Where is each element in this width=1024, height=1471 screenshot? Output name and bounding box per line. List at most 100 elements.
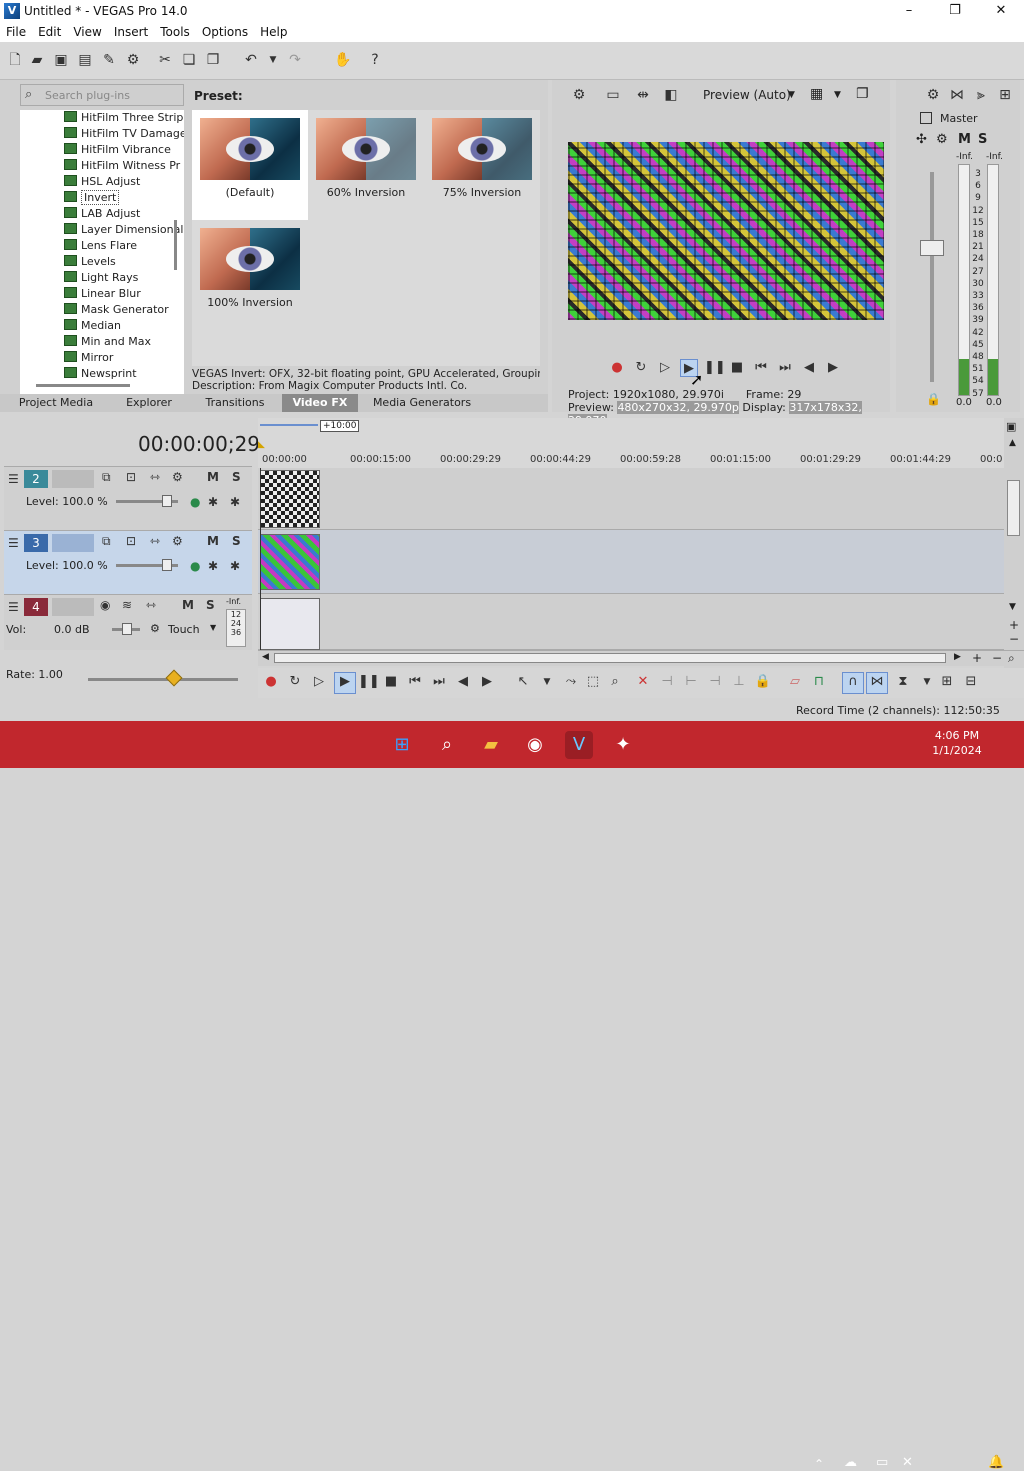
plugin-item[interactable]: Mask Generator <box>64 303 169 319</box>
plugin-item[interactable]: Median <box>64 319 121 335</box>
copy-snapshot-icon[interactable]: ❐ <box>856 86 869 102</box>
solo-button[interactable]: S <box>232 470 241 484</box>
play-from-start-icon[interactable]: ▷ <box>656 359 674 377</box>
video-clip-inverted[interactable] <box>260 534 320 590</box>
master-settings-gear-icon[interactable]: ⚙ <box>924 86 942 104</box>
menu-tools[interactable]: Tools <box>154 22 196 39</box>
properties-gear-icon[interactable]: ⚙ <box>124 51 142 69</box>
external-monitor-icon[interactable]: ▭ <box>604 86 622 104</box>
chevron-down-icon[interactable]: ▼ <box>918 673 936 691</box>
go-to-start-icon[interactable]: ⏮ <box>752 359 770 377</box>
undo-dropdown-icon[interactable]: ▼ <box>264 51 282 69</box>
track-motion-icon[interactable]: ⊡ <box>126 534 136 548</box>
auto-crossfade-icon[interactable]: ⋈ <box>866 672 888 694</box>
stop-icon[interactable]: ■ <box>382 673 400 691</box>
collapse-icon[interactable]: ☰ <box>8 600 19 614</box>
track-name-field[interactable] <box>52 598 94 616</box>
render-icon[interactable]: ✎ <box>100 51 118 69</box>
network-off-icon[interactable]: ☁ <box>844 1455 857 1470</box>
lane-audio-4[interactable] <box>258 594 1004 650</box>
menu-insert[interactable]: Insert <box>108 22 154 39</box>
downmix-icon[interactable]: ⋈ <box>948 86 966 104</box>
parent-motion-icon[interactable]: ⇿ <box>150 470 160 484</box>
split-screen-icon[interactable]: ⇹ <box>634 86 652 104</box>
zoom-tool-icon[interactable]: ⌕ <box>606 673 624 691</box>
marker-toggle-icon[interactable]: ▣ <box>1006 420 1016 433</box>
display-icon[interactable]: ▭ <box>876 1455 888 1470</box>
close-button[interactable]: ✕ <box>978 0 1024 22</box>
record-icon[interactable]: ● <box>262 673 280 691</box>
copy-icon[interactable]: ❏ <box>180 51 198 69</box>
track-header-video-2[interactable]: ☰ 2 ⧉ ⊡ ⇿ ⚙ M S Level: 100.0 % ● ✱ ✱ <box>4 466 252 530</box>
next-frame-icon[interactable]: ▶ <box>824 359 842 377</box>
start-button-icon[interactable]: ⊞ <box>388 731 416 759</box>
timeline-vertical-scroll[interactable]: ▣ ▲ ▼ + − <box>1004 418 1024 668</box>
rate-slider[interactable] <box>88 669 238 687</box>
mute-button[interactable]: M <box>207 534 219 548</box>
stop-icon[interactable]: ■ <box>728 359 746 377</box>
timeline-ruler[interactable]: +10:00 ◣ 00:00:00 00:00:15:00 00:00:29:2… <box>258 418 1004 468</box>
fader-icon[interactable]: ⊞ <box>996 86 1014 104</box>
envelope-tool-icon[interactable]: ⤳ <box>562 673 580 691</box>
audio-clip[interactable] <box>260 598 320 650</box>
taskbar-clock[interactable]: 4:06 PM 1/1/2024 <box>926 728 988 758</box>
previous-frame-icon[interactable]: ◀ <box>454 673 472 691</box>
preset-75-inversion[interactable]: 75% Inversion <box>424 110 540 220</box>
grid-icon[interactable]: ▦ <box>810 86 823 102</box>
plugin-item[interactable]: Mirror <box>64 351 113 367</box>
track-header-video-3[interactable]: ☰ 3 ⧉ ⊡ ⇿ ⚙ M S Level: 100.0 % ● ✱ ✱ <box>4 530 252 594</box>
tab-explorer[interactable]: Explorer <box>108 394 190 412</box>
normal-edit-tool-icon[interactable]: ↖ <box>514 673 532 691</box>
plugin-item[interactable]: Layer Dimensional <box>64 223 183 239</box>
plugin-item[interactable]: HitFilm Vibrance <box>64 143 171 159</box>
previous-frame-icon[interactable]: ◀ <box>800 359 818 377</box>
track-motion-icon[interactable]: ⊡ <box>126 470 136 484</box>
chevron-down-icon[interactable]: ▼ <box>788 90 795 100</box>
volume-muted-icon[interactable]: ✕ <box>902 1455 913 1470</box>
arm-record-icon[interactable]: ◉ <box>100 598 110 612</box>
tree-vertical-scrollbar[interactable] <box>174 220 177 270</box>
marker-icon[interactable]: ▱ <box>786 673 804 691</box>
trim-start-icon[interactable]: ⊢ <box>682 673 700 691</box>
bypass-icon[interactable]: ✱ <box>230 495 240 509</box>
open-folder-icon[interactable]: ▰ <box>28 51 46 69</box>
scroll-down-icon[interactable]: ▼ <box>1009 602 1016 612</box>
master-fx-gear-icon[interactable]: ⚙ <box>936 132 948 147</box>
fx-icon[interactable]: ✱ <box>208 495 218 509</box>
plugin-item-selected[interactable]: Invert <box>64 190 120 207</box>
play-icon[interactable]: ▶ <box>334 672 356 694</box>
timeline-horizontal-scroll[interactable]: ◀ ▶ + − ⌕ <box>258 650 1024 666</box>
collapse-icon[interactable]: ☰ <box>8 472 19 486</box>
track-fx-icon[interactable]: ⇿ <box>146 598 156 612</box>
next-frame-icon[interactable]: ▶ <box>478 673 496 691</box>
preview-settings-gear-icon[interactable]: ⚙ <box>570 86 588 104</box>
compositing-mode-icon[interactable]: ⧉ <box>102 534 111 549</box>
fx-icon[interactable]: ✱ <box>208 559 218 573</box>
search-plugins-input[interactable]: ⌕ Search plug-ins <box>20 84 184 106</box>
menu-file[interactable]: File <box>0 22 32 39</box>
search-icon[interactable]: ⌕ <box>433 731 461 759</box>
plugin-item[interactable]: Lens Flare <box>64 239 137 255</box>
loop-playback-icon[interactable]: ↻ <box>286 673 304 691</box>
plugin-item[interactable]: Min and Max <box>64 335 151 351</box>
delete-icon[interactable]: ✕ <box>634 673 652 691</box>
play-from-start-icon[interactable]: ▷ <box>310 673 328 691</box>
compositing-mode-icon[interactable]: ⧉ <box>102 470 111 485</box>
minimize-button[interactable]: – <box>886 0 932 22</box>
master-fader-handle[interactable] <box>920 240 944 256</box>
video-clip-checker[interactable] <box>260 470 320 528</box>
overlays-icon[interactable]: ◧ <box>662 86 680 104</box>
master-solo-button[interactable]: S <box>978 132 987 147</box>
zoom-tool-icon[interactable]: ⌕ <box>1008 651 1015 666</box>
lock-envelopes-icon[interactable]: ⊞ <box>938 673 956 691</box>
plugin-item[interactable]: HitFilm Three Strip <box>64 111 183 127</box>
plugin-item[interactable]: Levels <box>64 255 116 271</box>
preset-60-inversion[interactable]: 60% Inversion <box>308 110 424 220</box>
loop-region-bar[interactable] <box>260 424 318 426</box>
selection-tool-icon[interactable]: ⬚ <box>584 673 602 691</box>
redo-icon[interactable]: ↷ <box>286 51 304 69</box>
vegas-pro-taskbar-icon[interactable]: V <box>565 731 593 759</box>
collapse-icon[interactable]: ☰ <box>8 536 19 550</box>
scroll-right-icon[interactable]: ▶ <box>954 652 961 662</box>
tree-horizontal-scrollbar[interactable] <box>36 384 130 387</box>
